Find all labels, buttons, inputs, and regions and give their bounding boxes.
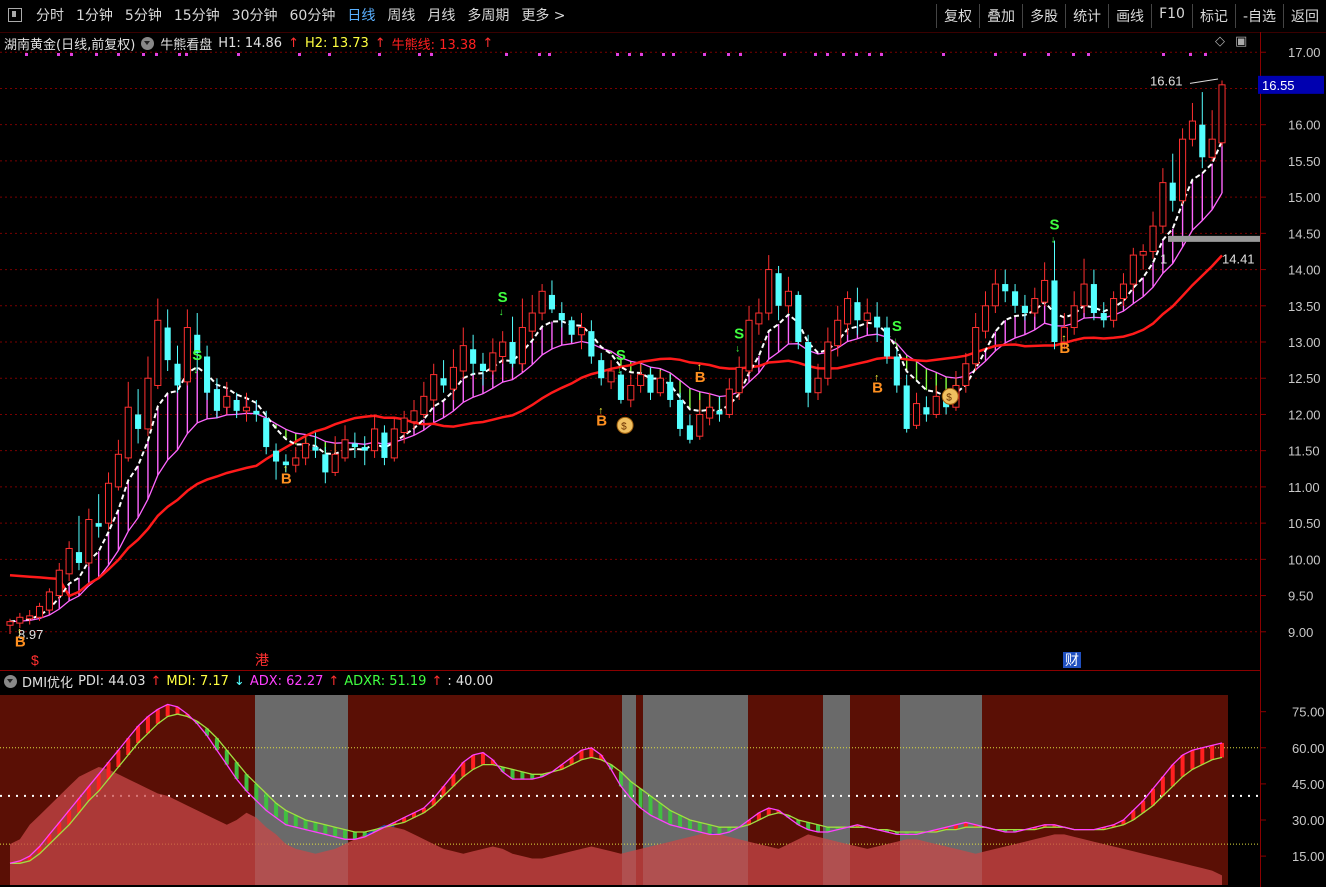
toolbar-button[interactable]: 画线 — [1108, 4, 1151, 28]
sub-chart-header: DMI优化 PDI: 44.03 ↑ MDI: 7.17 ↓ ADX: 62.27 ↑… — [4, 672, 493, 691]
mdi-value: MDI: 7.17 — [166, 674, 229, 689]
toolbar-button[interactable]: F10 — [1151, 4, 1192, 28]
toolbar-buttons: 复权 叠加 多股 统计 画线 F10 标记 -自选 返回 — [936, 4, 1326, 28]
period-tab[interactable]: 15分钟 — [168, 5, 226, 25]
toolbar-button[interactable]: 叠加 — [979, 4, 1022, 28]
toolbar-button[interactable]: 复权 — [936, 4, 979, 28]
period-tab[interactable]: 1分钟 — [70, 5, 119, 25]
adx-value: ADX: 62.27 — [249, 674, 324, 689]
toolbar-button[interactable]: 返回 — [1283, 4, 1326, 28]
range-shade — [255, 695, 348, 885]
period-tab[interactable]: 月线 — [421, 5, 461, 25]
adx-line — [9, 703, 1223, 864]
dmi-background — [0, 695, 1228, 885]
toolbar-button[interactable]: 标记 — [1191, 4, 1235, 28]
toolbar-button[interactable]: 统计 — [1065, 4, 1108, 28]
range-shade — [823, 695, 850, 885]
range-shade — [643, 695, 748, 885]
diamond-icon[interactable]: ◇ — [1215, 34, 1225, 49]
range-shade — [622, 695, 636, 885]
period-tab[interactable]: 60分钟 — [284, 5, 342, 25]
h2-value: H2: 13.73 — [304, 36, 369, 51]
level-value: : 40.00 — [447, 674, 494, 689]
main-chart-header: 湖南黄金(日线,前复权) 牛熊看盘 H1: 14.86 ↑ H2: 13.73 ↑ … — [4, 34, 493, 53]
down-arrow-icon: ↓ — [233, 674, 245, 689]
up-arrow-icon: ↑ — [288, 36, 299, 51]
mdi-area — [10, 767, 1222, 885]
up-arrow-icon: ↑ — [482, 36, 494, 51]
pdi-value: PDI: 44.03 — [78, 674, 146, 689]
period-tab[interactable]: 多周期 — [461, 5, 515, 25]
period-tab[interactable]: 日线 — [341, 5, 381, 25]
stock-name[interactable]: 湖南黄金(日线,前复权) — [4, 34, 135, 53]
window-toggle-icon[interactable] — [8, 8, 22, 22]
period-tab[interactable]: 30分钟 — [226, 5, 284, 25]
price-axis — [1260, 32, 1326, 887]
h1-value: H1: 14.86 — [218, 36, 283, 51]
up-arrow-icon: ↑ — [328, 674, 340, 689]
panel-controls: ◇ ▣ — [1215, 34, 1247, 49]
period-tab[interactable]: 5分钟 — [119, 5, 168, 25]
sub-indicator-name[interactable]: DMI优化 — [22, 672, 73, 691]
dmi-cross-fill — [374, 824, 385, 833]
toolbar-button[interactable]: -自选 — [1234, 4, 1283, 28]
bull-bear-value: 牛熊线: 13.38 — [391, 38, 477, 53]
maximize-icon[interactable]: ▣ — [1235, 34, 1247, 49]
indicator-dropdown-icon[interactable] — [4, 675, 17, 688]
dmi-cross-fill — [364, 829, 375, 837]
period-tab[interactable]: 更多 > — [515, 5, 571, 25]
adxr-value: ADXR: 51.19 — [344, 674, 427, 689]
range-shade — [900, 695, 982, 885]
up-arrow-icon: ↑ — [431, 674, 443, 689]
period-tab[interactable]: 分时 — [30, 5, 70, 25]
adxr-line — [10, 713, 1223, 864]
period-tab[interactable]: 周线 — [381, 5, 421, 25]
up-arrow-icon: ↑ — [150, 674, 162, 689]
period-tabs: 分时 1分钟 5分钟 15分钟 30分钟 60分钟 日线 周线 月线 多周期 更多 > — [4, 5, 572, 25]
indicator-dropdown-icon[interactable] — [141, 37, 155, 50]
toolbar: 分时 1分钟 5分钟 15分钟 30分钟 60分钟 日线 周线 月线 多周期 更多 > 复权 叠加 多股… — [0, 0, 1326, 33]
up-arrow-icon: ↑ — [374, 36, 386, 51]
toolbar-button[interactable]: 多股 — [1022, 4, 1065, 28]
dmi-cross-fill — [384, 822, 395, 828]
indicator-name[interactable]: 牛熊看盘 — [160, 34, 212, 53]
dmi-cross-fill — [709, 832, 720, 835]
main-chart-panel — [0, 32, 1260, 671]
